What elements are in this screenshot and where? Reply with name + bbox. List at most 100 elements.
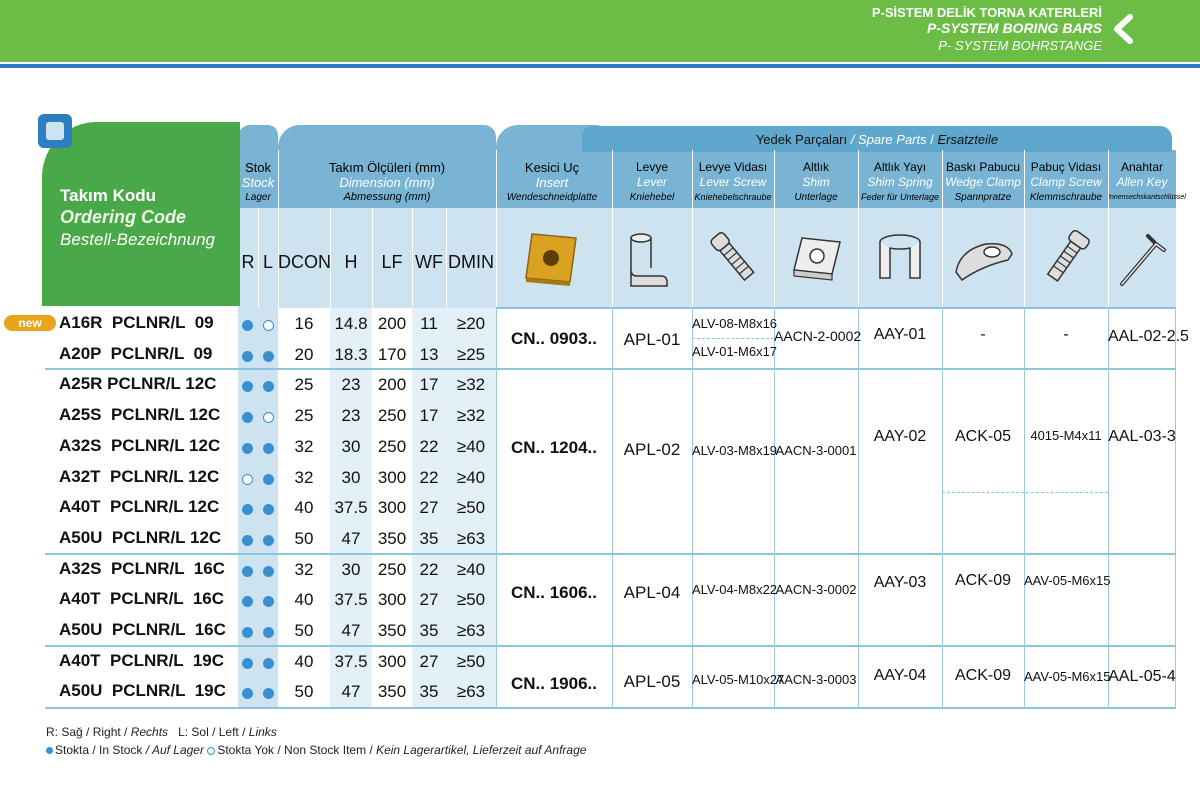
row-wf: 17 (419, 375, 439, 395)
row-dcon: 40 (294, 651, 314, 671)
part-allen-key-tr: Anahtar (1120, 160, 1164, 174)
row-dmin: ≥40 (456, 559, 486, 579)
row-wf: 35 (419, 682, 439, 702)
part-shim-de: Unterlage (794, 192, 838, 203)
banner-title-en: P-SYSTEM BORING BARS (926, 20, 1102, 36)
spare-en: Spare Parts (857, 132, 927, 147)
part-lever-en: Lever (636, 175, 668, 189)
part-shim-spring-header: Altlık Yayı Shim Spring Feder für Unterl… (858, 160, 942, 205)
hdr-divider (858, 150, 859, 308)
row-dmin: ≥50 (456, 651, 486, 671)
wedge-g09: - (980, 326, 986, 343)
row-dmin: ≥32 (456, 375, 486, 395)
stock-l-dot (263, 473, 274, 485)
lever-g12: APL-02 (623, 440, 681, 459)
body-divider (1024, 308, 1025, 708)
clamp-screw-g09: - (1063, 326, 1069, 343)
spare-sep2: / (926, 132, 938, 147)
part-shim-spring-de: Feder für Unterlage (860, 192, 940, 202)
col-wf: WF (415, 252, 443, 272)
wedge-g12: ACK-05 (954, 428, 1012, 445)
dim-en: Dimension (mm) (339, 175, 435, 190)
row-code: A25R PCLNR/L 12C (59, 374, 217, 394)
spare-tr: Yedek Parçaları (755, 132, 848, 147)
row-code: A20P PCLNR/L 09 (59, 343, 213, 363)
part-lever-screw-header: Levye Vidası Lever Screw Kniehebelschrau… (692, 160, 774, 205)
stock-tr: Stok (244, 160, 271, 175)
row-h: 30 (341, 467, 361, 487)
row-h: 23 (341, 375, 361, 395)
in-stock-dot-icon (46, 747, 53, 755)
row-lf: 300 (377, 498, 407, 518)
row-code: A32T PCLNR/L 12C (59, 466, 220, 486)
row-lf: 350 (377, 528, 407, 548)
shim-spring-g16: AAY-03 (873, 574, 927, 591)
stock-r-dot (242, 657, 253, 669)
hdr-divider (278, 150, 279, 308)
dim-tr: Takım Ölçüleri (mm) (328, 160, 446, 175)
row-code: A50U PCLNR/L 16C (59, 620, 226, 639)
body-divider (1108, 308, 1109, 708)
row-wf: 22 (419, 436, 439, 456)
row-dcon: 40 (294, 590, 314, 610)
legend-right: R: Sağ / Right / (46, 725, 131, 739)
body-divider (858, 308, 859, 708)
row-lf: 250 (377, 436, 407, 456)
body-divider (774, 308, 775, 708)
row-wf: 22 (419, 467, 439, 487)
row-lf: 300 (377, 467, 407, 487)
insert-tr: Kesici Uç (524, 160, 580, 175)
shim-g19: AACN-3-0003 (775, 672, 857, 687)
col-dmin: DMIN (448, 252, 494, 272)
lever-screw-icon (710, 232, 755, 282)
ordering-code-de: Bestell-Bezeichnung (60, 230, 215, 249)
hdr-divider (942, 150, 943, 308)
part-lever-screw-de: Kniehebelschraube (694, 192, 772, 202)
stock-r-dot (242, 320, 253, 331)
banner-title-tr: P-SİSTEM DELİK TORNA KATERLERİ (871, 5, 1102, 20)
row-dcon: 32 (294, 559, 314, 579)
part-lever-tr: Levye (635, 160, 669, 174)
lever-screw-g19: ALV-05-M10x27 (692, 672, 785, 687)
col-lf: LF (381, 252, 403, 272)
row-dcon: 40 (294, 498, 314, 518)
part-shim-tr: Altlık (802, 160, 829, 174)
col-r: R (241, 252, 255, 272)
insert-g09: CN.. 0903.. (511, 329, 597, 348)
insert-g12: CN.. 1204.. (511, 438, 597, 457)
part-lever-screw-tr: Levye Vidası (698, 160, 768, 174)
part-lever-screw-en: Lever Screw (699, 175, 767, 189)
body-divider (1175, 308, 1176, 708)
col-l: L (262, 252, 273, 272)
stock-r-dot (242, 350, 253, 362)
shim-g12: AACN-3-0001 (775, 443, 857, 458)
dashed-line (496, 553, 942, 554)
chevron-left-icon[interactable] (1108, 14, 1138, 44)
part-wedge-tr: Baskı Pabucu (945, 160, 1021, 174)
stock-l-dot (263, 350, 274, 362)
shim-spring-icon (879, 234, 921, 279)
row-h: 47 (341, 682, 361, 702)
row-dcon: 50 (294, 528, 314, 548)
insert-en: Insert (535, 175, 569, 190)
group-line (45, 368, 1176, 370)
clamp-screw-g16: AAV-05-M6x15 (1024, 573, 1111, 588)
insert-g19: CN.. 1906.. (511, 674, 597, 693)
row-lf: 300 (377, 590, 407, 610)
part-wedge-header: Baskı Pabucu Wedge Clamp Spannpratze (942, 160, 1024, 205)
part-allen-key-header: Anahtar Allen Key Innensechskantschlüsse… (1108, 160, 1186, 205)
shim-g16: AACN-3-0002 (775, 582, 857, 597)
body-divider (692, 308, 693, 708)
col-dcon: DCON (278, 252, 331, 272)
row-dcon: 50 (294, 682, 314, 702)
key-g12: AAL-03-3 (1108, 428, 1176, 445)
lever-g19: APL-05 (623, 672, 681, 691)
insert-de: Wendeschneidplatte (506, 192, 598, 203)
hdr-divider (1024, 150, 1025, 308)
part-clamp-screw-en: Clamp Screw (1030, 175, 1102, 189)
row-wf: 17 (419, 406, 439, 426)
wedge-clamp-icon (955, 242, 1013, 282)
row-dmin: ≥50 (456, 590, 486, 610)
row-dcon: 16 (294, 314, 314, 333)
row-code: A50U PCLNR/L 12C (59, 527, 222, 547)
